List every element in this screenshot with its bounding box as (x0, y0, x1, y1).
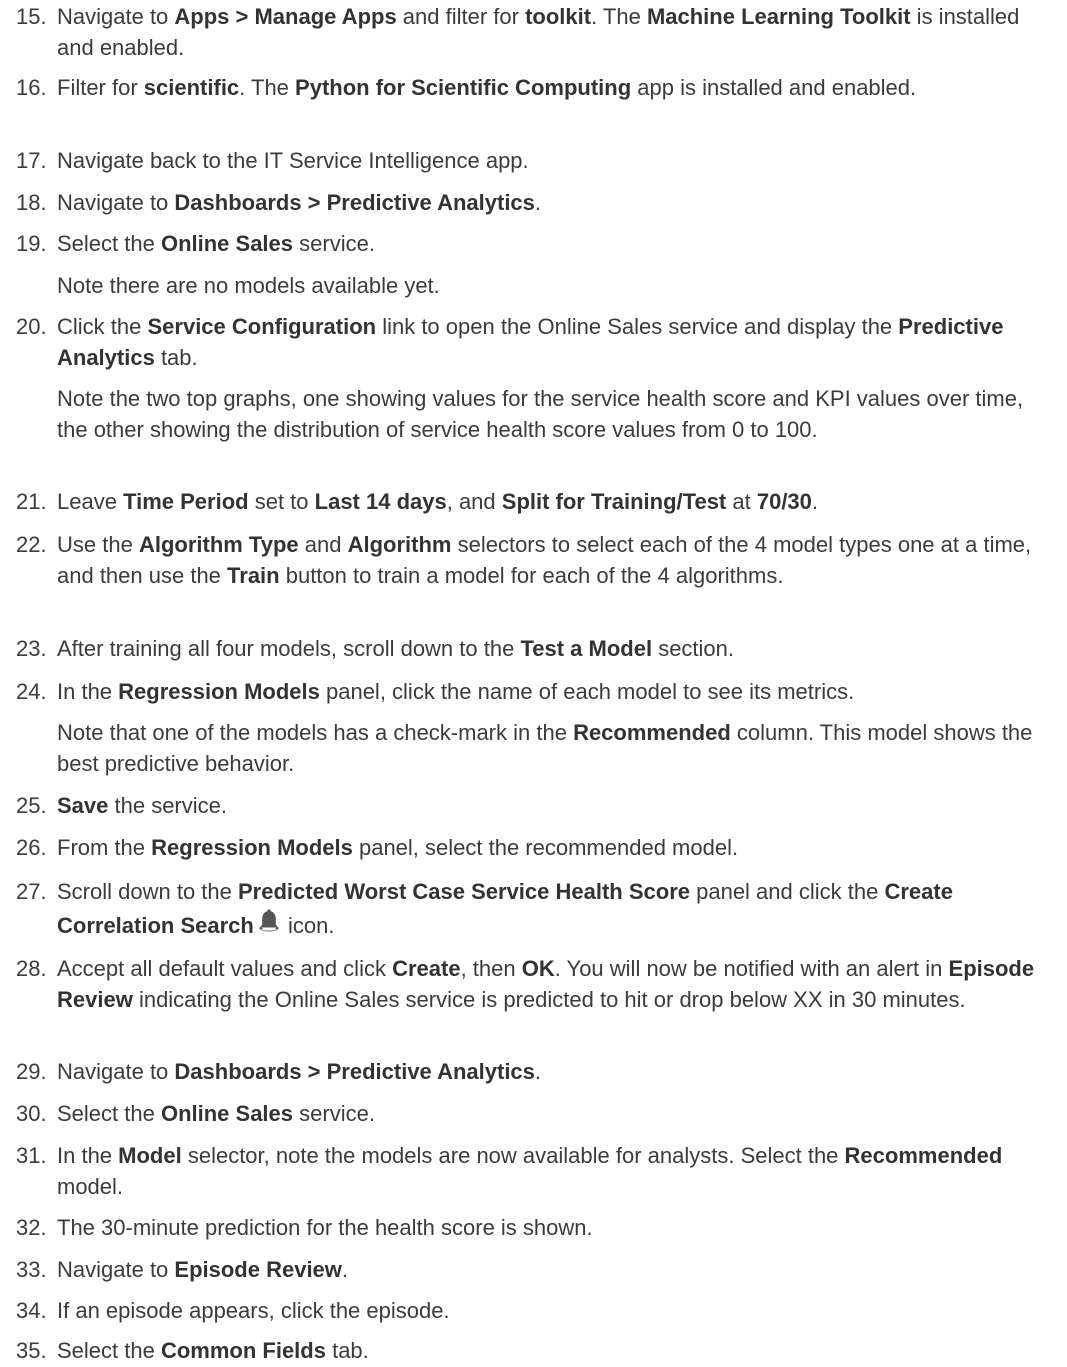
step-number: 19. (16, 231, 47, 256)
step-29: 29. Navigate to Dashboards > Predictive … (16, 1057, 1056, 1088)
step-text: After training all four models, scroll d… (57, 636, 735, 661)
step-text: In the Regression Models panel, click th… (57, 679, 855, 704)
step-21: 21. Leave Time Period set to Last 14 day… (16, 487, 1056, 518)
step-text: Navigate back to the IT Service Intellig… (57, 148, 529, 173)
step-35: 35. Select the Common Fields tab. (16, 1336, 1056, 1367)
step-text: Leave Time Period set to Last 14 days, a… (57, 489, 819, 514)
step-text: Click the Service Configuration link to … (57, 314, 1004, 370)
step-28: 28. Accept all default values and click … (16, 954, 1056, 1015)
step-26: 26. From the Regression Models panel, se… (16, 833, 1056, 864)
step-22: 22. Use the Algorithm Type and Algorithm… (16, 530, 1056, 591)
step-number: 27. (16, 879, 47, 904)
step-number: 31. (16, 1143, 47, 1168)
step-19: 19. Select the Online Sales service. (16, 229, 1056, 260)
step-number: 21. (16, 489, 47, 514)
step-20: 20. Click the Service Configuration link… (16, 312, 1056, 373)
step-text: Scroll down to the Predicted Worst Case … (57, 875, 1056, 945)
step-text: Navigate to Dashboards > Predictive Anal… (57, 190, 542, 215)
step-number: 20. (16, 314, 47, 339)
step-text: Navigate to Episode Review. (57, 1257, 349, 1282)
step-text: Filter for scientific. The Python for Sc… (57, 75, 917, 100)
step-text: The 30-minute prediction for the health … (57, 1215, 593, 1240)
step-16: 16. Filter for scientific. The Python fo… (16, 73, 1056, 104)
step-number: 16. (16, 75, 47, 100)
step-text: Select the Online Sales service. (57, 231, 375, 256)
step-number: 25. (16, 793, 47, 818)
step-23: 23. After training all four models, scro… (16, 634, 1056, 665)
step-text: From the Regression Models panel, select… (57, 835, 739, 860)
step-25: 25. Save the service. (16, 791, 1056, 822)
step-31: 31. In the Model selector, note the mode… (16, 1141, 1056, 1202)
step-number: 28. (16, 956, 47, 981)
step-number: 24. (16, 679, 47, 704)
step-17: 17. Navigate back to the IT Service Inte… (16, 146, 1056, 177)
step-33: 33. Navigate to Episode Review. (16, 1255, 1056, 1286)
step-number: 26. (16, 835, 47, 860)
step-number: 23. (16, 636, 47, 661)
step-text: Navigate to Apps > Manage Apps and filte… (57, 4, 1020, 60)
step-text: Select the Common Fields tab. (57, 1338, 369, 1363)
step-30: 30. Select the Online Sales service. (16, 1099, 1056, 1130)
step-text: Use the Algorithm Type and Algorithm sel… (57, 532, 1032, 588)
note-text: Note that one of the models has a check-… (57, 720, 1033, 776)
step-27: 27. Scroll down to the Predicted Worst C… (16, 875, 1056, 945)
step-34: 34. If an episode appears, click the epi… (16, 1296, 1056, 1327)
step-18: 18. Navigate to Dashboards > Predictive … (16, 188, 1056, 219)
step-15: 15. Navigate to Apps > Manage Apps and f… (16, 2, 1056, 63)
step-number: 17. (16, 148, 47, 173)
step-number: 18. (16, 190, 47, 215)
step-text: Accept all default values and click Crea… (57, 956, 1035, 1012)
step-text: If an episode appears, click the episode… (57, 1298, 450, 1323)
step-text: Select the Online Sales service. (57, 1101, 375, 1126)
step-number: 33. (16, 1257, 47, 1282)
note-text: Note there are no models available yet. (57, 273, 440, 298)
instructions-document: 15. Navigate to Apps > Manage Apps and f… (0, 0, 1067, 1365)
step-32: 32. The 30-minute prediction for the hea… (16, 1213, 1056, 1244)
step-text: Save the service. (57, 793, 227, 818)
bell-icon (258, 909, 280, 945)
step-number: 32. (16, 1215, 47, 1240)
note-text: Note the two top graphs, one showing val… (57, 386, 1024, 442)
step-number: 34. (16, 1298, 47, 1323)
step-number: 22. (16, 532, 47, 557)
step-text: Navigate to Dashboards > Predictive Anal… (57, 1059, 542, 1084)
step-24: 24. In the Regression Models panel, clic… (16, 677, 1056, 708)
step-number: 30. (16, 1101, 47, 1126)
step-text: In the Model selector, note the models a… (57, 1143, 1003, 1199)
step-number: 15. (16, 4, 47, 29)
step-number: 35. (16, 1338, 47, 1363)
step-number: 29. (16, 1059, 47, 1084)
